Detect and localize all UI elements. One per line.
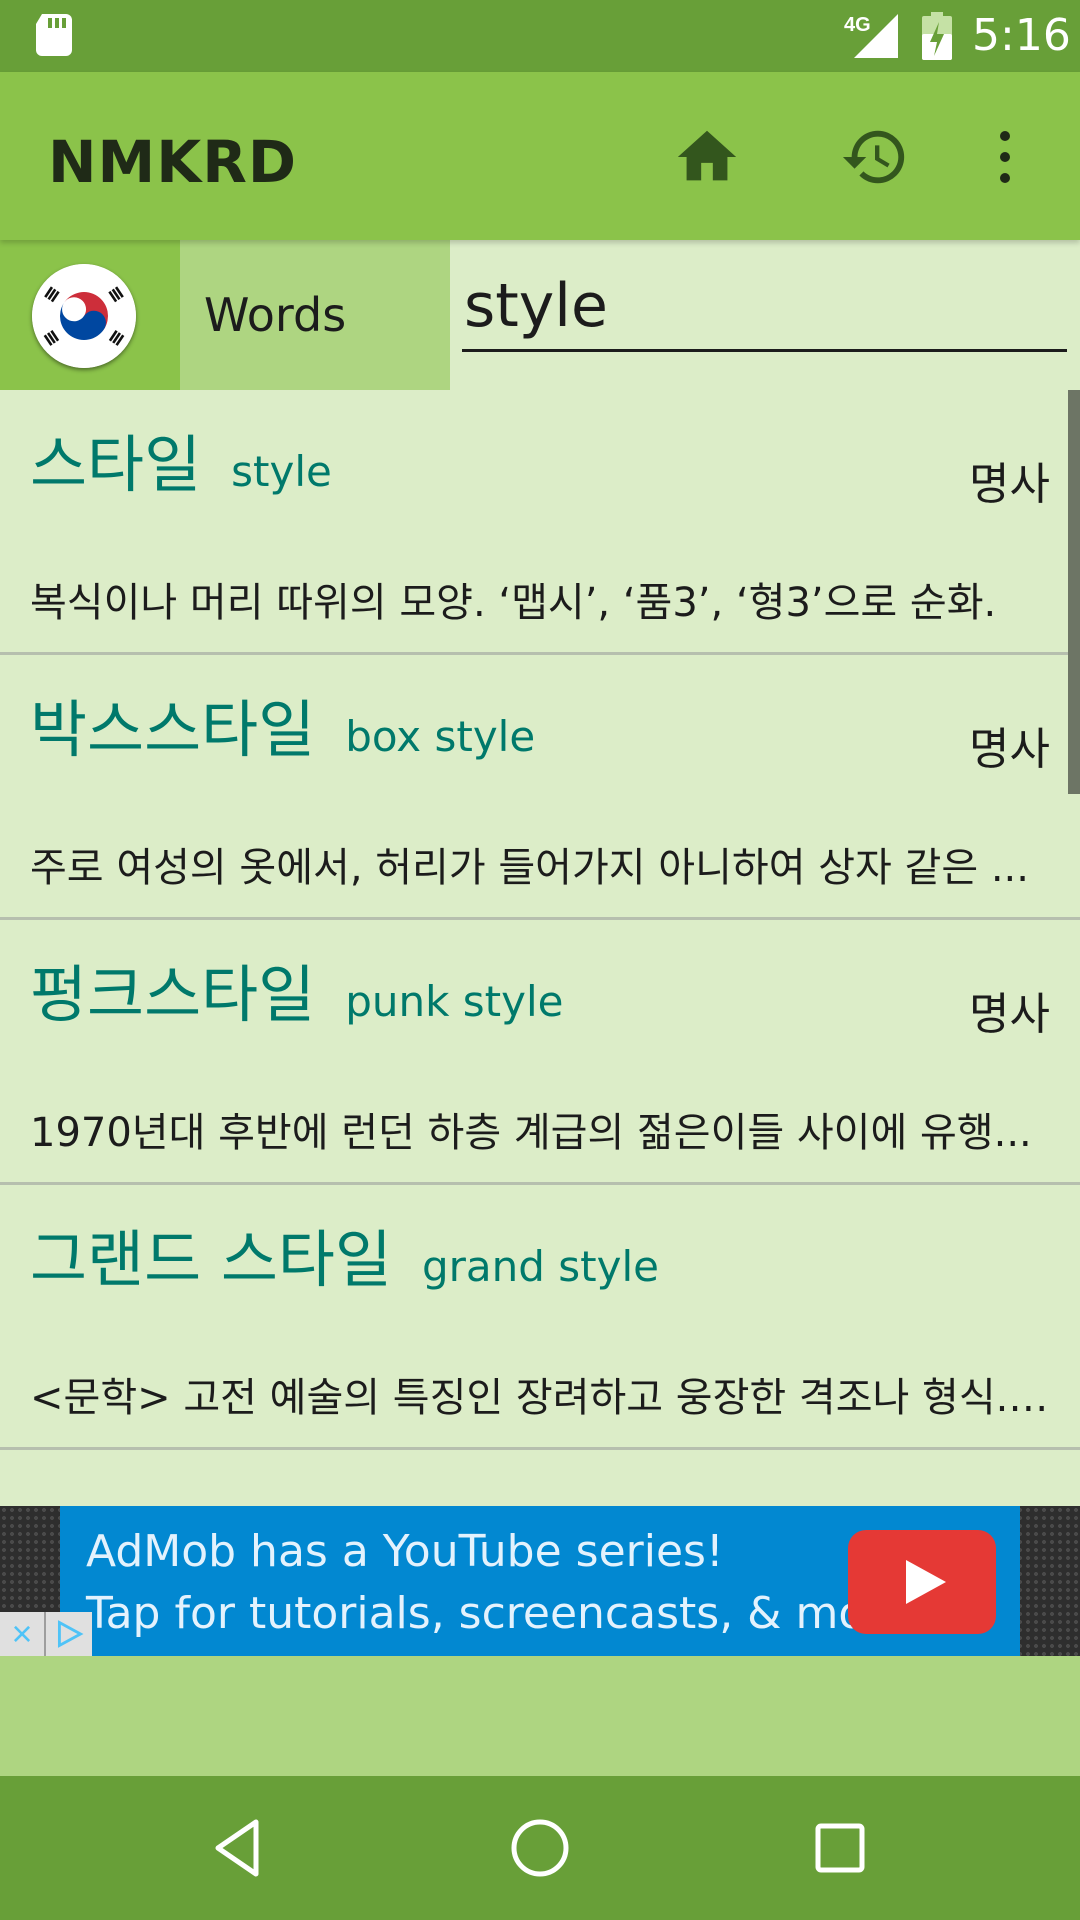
result-korean: 박스스타일	[30, 693, 316, 766]
status-bar: 4G 5:16	[0, 0, 1080, 72]
clock: 5:16	[972, 10, 1071, 61]
result-definition: <문학> 고전 예술의 특징인 장려하고 웅장한 격조나 형식. ...	[30, 1375, 1052, 1421]
ad-content[interactable]: AdMob has a YouTube series! Tap for tuto…	[60, 1506, 1020, 1656]
list-item[interactable]: 그랜드 스타일 grand style <문학> 고전 예술의 특징인 장려하고 …	[0, 1185, 1080, 1450]
result-english: grand style	[421, 1242, 659, 1291]
list-item[interactable]: 박스스타일 box style 명사 주로 여성의 옷에서, 허리가 들어가지 아…	[0, 655, 1080, 920]
list-item[interactable]: 펑크스타일 punk style 명사 1970년대 후반에 런던 하층 계급의 …	[0, 920, 1080, 1185]
result-part-of-speech: 명사	[969, 724, 1050, 775]
search-row: Words	[0, 240, 1080, 390]
ad-controls: ×	[0, 1612, 92, 1656]
result-korean: 펑크스타일	[30, 958, 316, 1031]
app-title: NMKRD	[48, 128, 298, 196]
battery-charging-icon	[922, 12, 952, 60]
result-headword: 그랜드 스타일 grand style	[30, 1209, 659, 1299]
result-korean: 그랜드 스타일	[30, 1223, 392, 1296]
ad-banner[interactable]: AdMob has a YouTube series! Tap for tuto…	[0, 1506, 1080, 1656]
home-circle-icon[interactable]	[504, 1812, 576, 1884]
home-icon[interactable]	[672, 122, 742, 192]
system-nav-bar	[0, 1776, 1080, 1920]
ad-choices-icon[interactable]	[44, 1612, 92, 1656]
result-headword: 박스스타일 box style	[30, 679, 535, 769]
result-english: box style	[345, 712, 536, 761]
ad-subline: Tap for tutorials, screencasts, & more.	[86, 1588, 924, 1639]
result-english: style	[231, 447, 332, 496]
youtube-play-icon	[848, 1530, 996, 1634]
result-headword: 스타일 style	[30, 414, 332, 504]
result-english: punk style	[345, 977, 564, 1026]
more-vert-icon[interactable]	[990, 122, 1020, 192]
result-definition: 1970년대 후반에 런던 하층 계급의 젊은이들 사이에 유행...	[30, 1110, 1032, 1156]
list-scrollbar[interactable]	[1068, 390, 1080, 794]
ad-close-icon[interactable]: ×	[0, 1612, 44, 1656]
search-input[interactable]	[462, 262, 1067, 352]
result-headword: 펑크스타일 punk style	[30, 944, 564, 1034]
language-selector[interactable]	[0, 240, 180, 390]
result-definition: 복식이나 머리 따위의 모양. ‘맵시’, ‘품3’, ‘형3’으로 순화.	[30, 580, 997, 626]
app-bar: NMKRD	[0, 72, 1080, 240]
result-korean: 스타일	[30, 428, 202, 501]
list-item[interactable]: 스타일 style 명사 복식이나 머리 따위의 모양. ‘맵시’, ‘품3’, …	[0, 390, 1080, 655]
result-part-of-speech: 명사	[969, 459, 1050, 510]
korea-flag-icon	[32, 264, 136, 368]
search-mode-selector[interactable]: Words	[180, 240, 450, 390]
history-icon[interactable]	[840, 122, 910, 192]
sd-card-icon	[36, 14, 72, 56]
result-definition: 주로 여성의 옷에서, 허리가 들어가지 아니하여 상자 같은 ...	[30, 845, 1029, 891]
signal-icon	[854, 14, 898, 58]
back-icon[interactable]	[204, 1812, 276, 1884]
recent-apps-icon[interactable]	[804, 1812, 876, 1884]
ad-headline: AdMob has a YouTube series!	[86, 1526, 724, 1577]
search-mode-label: Words	[204, 288, 347, 342]
result-part-of-speech: 명사	[969, 989, 1050, 1040]
results-list[interactable]: 스타일 style 명사 복식이나 머리 따위의 모양. ‘맵시’, ‘품3’, …	[0, 390, 1080, 1506]
